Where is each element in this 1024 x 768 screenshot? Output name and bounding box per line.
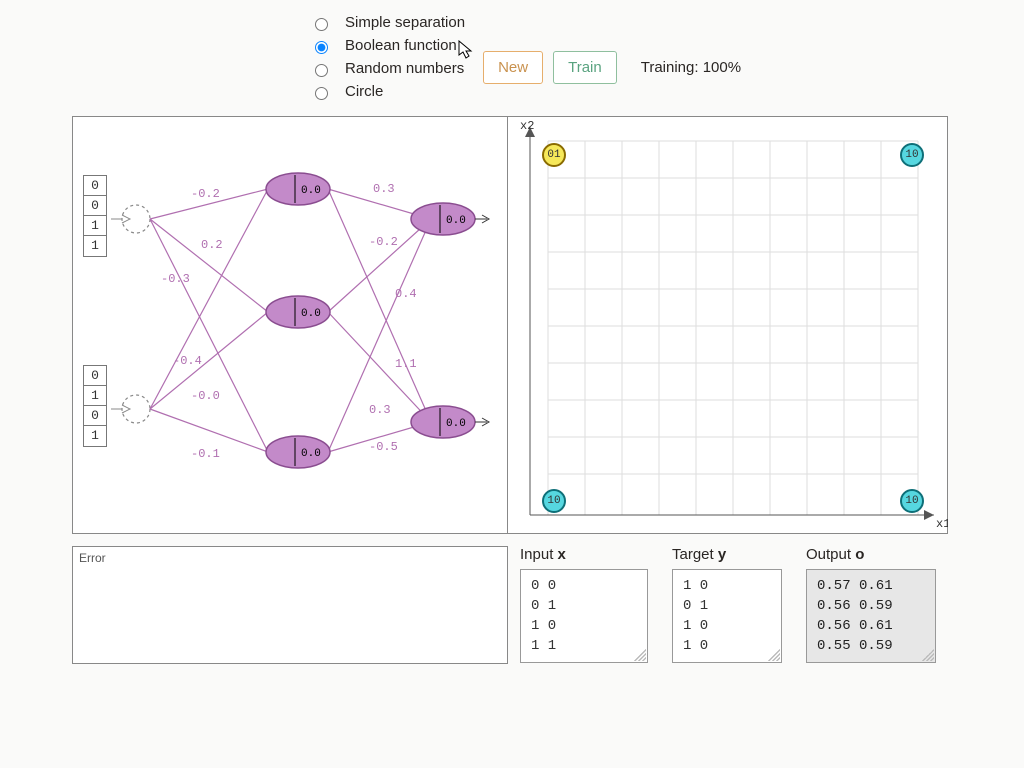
dataset-radio-simple[interactable]: [315, 18, 328, 31]
input-node-2: [122, 395, 150, 423]
input-header: Input x: [520, 546, 648, 563]
y-axis-label: x2: [520, 119, 534, 133]
dataset-label: Circle: [345, 83, 383, 100]
dataset-option-boolean[interactable]: Boolean function: [310, 37, 465, 54]
weight-label: -0.1: [191, 447, 220, 461]
hidden-value: 0.0: [301, 448, 321, 460]
resize-grip-icon: [922, 649, 934, 661]
output-node-2[interactable]: 0.0: [411, 406, 489, 438]
plot-point[interactable]: 01: [543, 144, 565, 166]
hidden-value: 0.0: [301, 185, 321, 197]
weight-label: -0.2: [191, 187, 220, 201]
dataset-radio-random[interactable]: [315, 64, 328, 77]
x-axis-label: x1: [936, 517, 948, 531]
error-label: Error: [79, 551, 106, 565]
weight-label: 0.3: [373, 182, 395, 196]
output-box: 0.57 0.61 0.56 0.59 0.56 0.61 0.55 0.59: [806, 569, 936, 663]
hidden-node-1[interactable]: 0.0: [266, 173, 330, 205]
dataset-radio-circle[interactable]: [315, 87, 328, 100]
hidden-node-2[interactable]: 0.0: [266, 296, 330, 328]
hidden-value: 0.0: [301, 308, 321, 320]
output-header: Output o: [806, 546, 936, 563]
weight-label: 1.1: [395, 357, 417, 371]
io-row: 1 0: [683, 578, 708, 594]
resize-grip-icon[interactable]: [634, 649, 646, 661]
hidden-node-3[interactable]: 0.0: [266, 436, 330, 468]
input-node-1: [122, 205, 150, 233]
input-box[interactable]: 0 0 0 1 1 0 1 1: [520, 569, 648, 663]
weight-label: -0.2: [369, 235, 398, 249]
io-row: 0.56 0.59: [817, 598, 893, 614]
output-value: 0.0: [446, 418, 466, 430]
io-row: 0.56 0.61: [817, 618, 893, 634]
plot-point[interactable]: 10: [901, 144, 923, 166]
output-value: 0.0: [446, 215, 466, 227]
io-row: 1 0: [683, 638, 708, 654]
weight-label: 0.4: [395, 287, 417, 301]
plot-panel: x1 x2 01 10 10 10: [508, 116, 948, 534]
error-panel: Error: [72, 546, 508, 664]
weight-label: -0.4: [173, 354, 202, 368]
plot-point[interactable]: 10: [543, 490, 565, 512]
io-row: 0 0: [531, 578, 556, 594]
io-row: 1 0: [683, 618, 708, 634]
training-status: Training: 100%: [641, 59, 741, 76]
weight-label: 0.3: [369, 403, 391, 417]
dataset-option-circle[interactable]: Circle: [310, 83, 465, 100]
weight-label: 0.2: [201, 238, 223, 252]
new-button[interactable]: New: [483, 51, 543, 84]
svg-text:10: 10: [905, 149, 918, 161]
io-row: 1 1: [531, 638, 556, 654]
weight-label: -0.0: [191, 389, 220, 403]
target-box[interactable]: 1 0 0 1 1 0 1 0: [672, 569, 782, 663]
io-row: 0 1: [531, 598, 556, 614]
weight-label: -0.3: [161, 272, 190, 286]
io-row: 0.57 0.61: [817, 578, 893, 594]
dataset-radio-group: Simple separation Boolean function Rando…: [310, 14, 465, 100]
output-node-1[interactable]: 0.0: [411, 203, 489, 235]
dataset-radio-boolean[interactable]: [315, 41, 328, 54]
svg-text:01: 01: [547, 149, 561, 161]
plot-svg: x1 x2 01 10 10 10: [508, 117, 948, 535]
weight-label: -0.5: [369, 440, 398, 454]
network-panel: 0 0 1 1 0 1 0 1: [72, 116, 508, 534]
network-svg: 0.0 0.0 0.0 0.0: [73, 117, 509, 535]
dataset-label: Simple separation: [345, 14, 465, 31]
dataset-option-simple[interactable]: Simple separation: [310, 14, 465, 31]
plot-point[interactable]: 10: [901, 490, 923, 512]
io-row: 1 0: [531, 618, 556, 634]
dataset-label: Random numbers: [345, 60, 464, 77]
svg-text:10: 10: [547, 495, 560, 507]
dataset-label: Boolean function: [345, 37, 457, 54]
dataset-option-random[interactable]: Random numbers: [310, 60, 465, 77]
io-row: 0.55 0.59: [817, 638, 893, 654]
train-button[interactable]: Train: [553, 51, 617, 84]
target-header: Target y: [672, 546, 782, 563]
svg-text:10: 10: [905, 495, 918, 507]
io-row: 0 1: [683, 598, 708, 614]
resize-grip-icon[interactable]: [768, 649, 780, 661]
plot-grid: [548, 141, 918, 515]
